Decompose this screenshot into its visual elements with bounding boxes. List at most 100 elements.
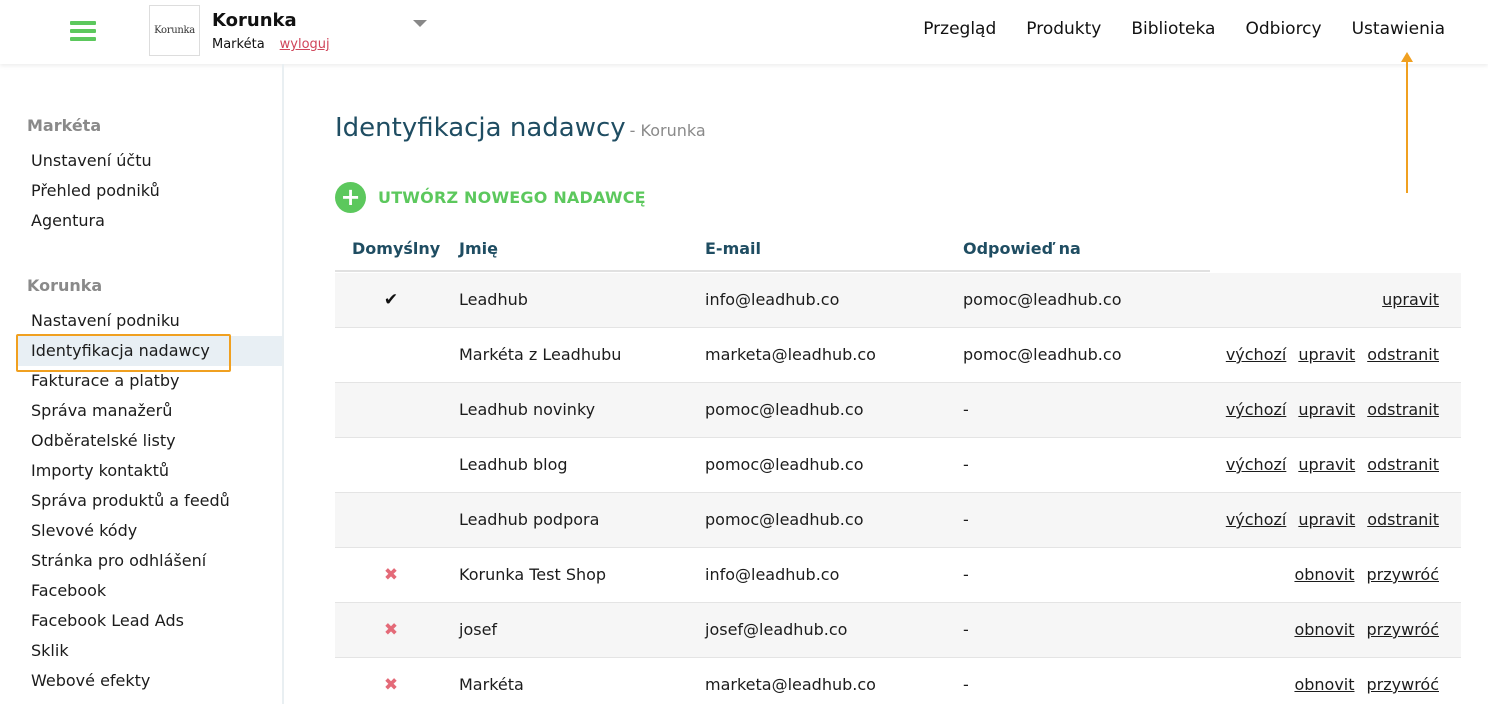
restore-link[interactable]: obnovit xyxy=(1294,658,1354,704)
row-actions: výchozí upravit odstranit xyxy=(1226,493,1439,547)
table-row: Leadhub novinky pomoc@leadhub.co - výchozí u… xyxy=(335,383,1461,438)
column-header-name: Jmię xyxy=(459,239,498,258)
revert-link[interactable]: przywróć xyxy=(1367,603,1440,657)
sidebar-item-unsubscribe-page[interactable]: Stránka pro odhlášení xyxy=(16,546,282,576)
sender-name: Leadhub novinky xyxy=(459,400,596,419)
table-row: Leadhub podpora pomoc@leadhub.co - výchozí u… xyxy=(335,493,1461,548)
sender-reply-to: - xyxy=(963,620,969,639)
delete-link[interactable]: odstranit xyxy=(1367,383,1439,437)
table-row: ✔ Leadhub info@leadhub.co pomoc@leadhub.co u… xyxy=(335,273,1461,328)
nav-biblioteka[interactable]: Biblioteka xyxy=(1131,19,1215,39)
sender-email: marketa@leadhub.co xyxy=(705,345,876,364)
sender-name: Leadhub blog xyxy=(459,455,568,474)
edit-link[interactable]: upravit xyxy=(1298,493,1355,547)
default-cell xyxy=(335,493,447,547)
table-row: ✖ Markéta marketa@leadhub.co - obnovit przywr… xyxy=(335,658,1461,704)
table-header-divider xyxy=(335,270,1210,272)
sender-email: info@leadhub.co xyxy=(705,565,840,584)
edit-link[interactable]: upravit xyxy=(1298,383,1355,437)
column-header-reply-to: Odpowieď na xyxy=(963,239,1081,258)
chevron-down-icon[interactable] xyxy=(413,20,427,27)
table-row: Leadhub blog pomoc@leadhub.co - výchozí upra… xyxy=(335,438,1461,493)
set-default-link[interactable]: výchozí xyxy=(1226,383,1287,437)
menu-icon[interactable] xyxy=(70,21,96,41)
sender-name: Leadhub podpora xyxy=(459,510,600,529)
sidebar-item-facebook[interactable]: Facebook xyxy=(16,576,282,606)
page-subtitle: - Korunka xyxy=(629,121,706,140)
sender-name: Markéta z Leadhubu xyxy=(459,345,622,364)
create-sender-label: UTWÓRZ NOWEGO NADAWCĘ xyxy=(378,188,646,207)
logout-link[interactable]: wyloguj xyxy=(280,37,330,52)
column-header-email: E-mail xyxy=(705,239,762,258)
row-actions: obnovit przywróć xyxy=(1294,658,1439,704)
sender-name: Korunka Test Shop xyxy=(459,565,607,584)
row-actions: výchozí upravit odstranit xyxy=(1226,328,1439,382)
default-cell xyxy=(335,328,447,382)
restore-link[interactable]: obnovit xyxy=(1294,603,1354,657)
sender-reply-to: - xyxy=(963,510,969,529)
sender-name: Leadhub xyxy=(459,290,528,309)
sidebar-item-contact-imports[interactable]: Importy kontaktů xyxy=(16,456,282,486)
nav-produkty[interactable]: Produkty xyxy=(1026,19,1101,39)
edit-link[interactable]: upravit xyxy=(1298,438,1355,492)
sidebar-item-sender-identification[interactable]: Identyfikacja nadawcy xyxy=(16,336,282,366)
company-name: Korunka xyxy=(212,10,297,31)
sidebar-item-web-effects[interactable]: Webové efekty xyxy=(16,666,282,696)
sidebar: Markéta Unstavení účtu Přehled podniků A… xyxy=(0,64,284,704)
user-line: Markéta wyloguj xyxy=(212,37,330,52)
sender-email: josef@leadhub.co xyxy=(705,620,848,639)
set-default-link[interactable]: výchozí xyxy=(1226,493,1287,547)
nav-ustawienia[interactable]: Ustawienia xyxy=(1352,19,1445,39)
sender-reply-to: - xyxy=(963,565,969,584)
top-bar: Korunka Korunka Markéta wyloguj Przegląd … xyxy=(0,0,1488,64)
revert-link[interactable]: przywróć xyxy=(1367,548,1440,602)
user-name: Markéta xyxy=(212,37,265,52)
nav-odbiorcy[interactable]: Odbiorcy xyxy=(1245,19,1321,39)
sidebar-item-billing[interactable]: Fakturace a platby xyxy=(16,366,282,396)
sidebar-item-subscriber-lists[interactable]: Odběratelské listy xyxy=(16,426,282,456)
restore-link[interactable]: obnovit xyxy=(1294,548,1354,602)
set-default-link[interactable]: výchozí xyxy=(1226,328,1287,382)
checkmark-icon: ✔ xyxy=(383,290,399,310)
deleted-x-icon: ✖ xyxy=(383,565,399,585)
sender-reply-to: - xyxy=(963,400,969,419)
sender-email: pomoc@leadhub.co xyxy=(705,455,864,474)
sidebar-item-business-overview[interactable]: Přehled podniků xyxy=(16,176,282,206)
plus-icon: + xyxy=(335,182,366,213)
sidebar-item-managers[interactable]: Správa manažerů xyxy=(16,396,282,426)
create-sender-button[interactable]: + UTWÓRZ NOWEGO NADAWCĘ xyxy=(335,182,646,213)
sidebar-item-agency[interactable]: Agentura xyxy=(16,206,282,236)
sidebar-item-account-settings[interactable]: Unstavení účtu xyxy=(16,146,282,176)
sender-email: marketa@leadhub.co xyxy=(705,675,876,694)
page-title-text: Identyfikacja nadawcy xyxy=(335,113,626,143)
revert-link[interactable]: przywróć xyxy=(1367,658,1440,704)
default-cell xyxy=(335,438,447,492)
delete-link[interactable]: odstranit xyxy=(1367,493,1439,547)
main-nav: Przegląd Produkty Biblioteka Odbiorcy Us… xyxy=(923,19,1445,39)
edit-link[interactable]: upravit xyxy=(1382,273,1439,327)
table-row: ✖ josef josef@leadhub.co - obnovit przywróć xyxy=(335,603,1461,658)
sidebar-heading-company: Korunka xyxy=(27,276,103,295)
table-row: ✖ Korunka Test Shop info@leadhub.co - obnovi… xyxy=(335,548,1461,603)
deleted-x-icon: ✖ xyxy=(383,675,399,695)
delete-link[interactable]: odstranit xyxy=(1367,438,1439,492)
sidebar-item-sklik[interactable]: Sklik xyxy=(16,636,282,666)
sidebar-item-business-settings[interactable]: Nastavení podniku xyxy=(16,306,282,336)
sender-email: info@leadhub.co xyxy=(705,290,840,309)
nav-prehled[interactable]: Przegląd xyxy=(923,19,996,39)
sidebar-item-discount-codes[interactable]: Slevové kódy xyxy=(16,516,282,546)
row-actions: upravit xyxy=(1382,273,1439,327)
sidebar-item-products-feeds[interactable]: Správa produktů a feedů xyxy=(16,486,282,516)
set-default-link[interactable]: výchozí xyxy=(1226,438,1287,492)
sender-email: pomoc@leadhub.co xyxy=(705,400,864,419)
deleted-x-icon: ✖ xyxy=(383,620,399,640)
sidebar-item-facebook-lead-ads[interactable]: Facebook Lead Ads xyxy=(16,606,282,636)
row-actions: výchozí upravit odstranit xyxy=(1226,383,1439,437)
annotation-arrow xyxy=(1406,60,1408,193)
edit-link[interactable]: upravit xyxy=(1298,328,1355,382)
sidebar-heading-user: Markéta xyxy=(27,116,102,135)
sender-name: Markéta xyxy=(459,675,524,694)
delete-link[interactable]: odstranit xyxy=(1367,328,1439,382)
column-header-default: Domyślny xyxy=(352,239,441,258)
table-row: Markéta z Leadhubu marketa@leadhub.co pomo… xyxy=(335,328,1461,383)
